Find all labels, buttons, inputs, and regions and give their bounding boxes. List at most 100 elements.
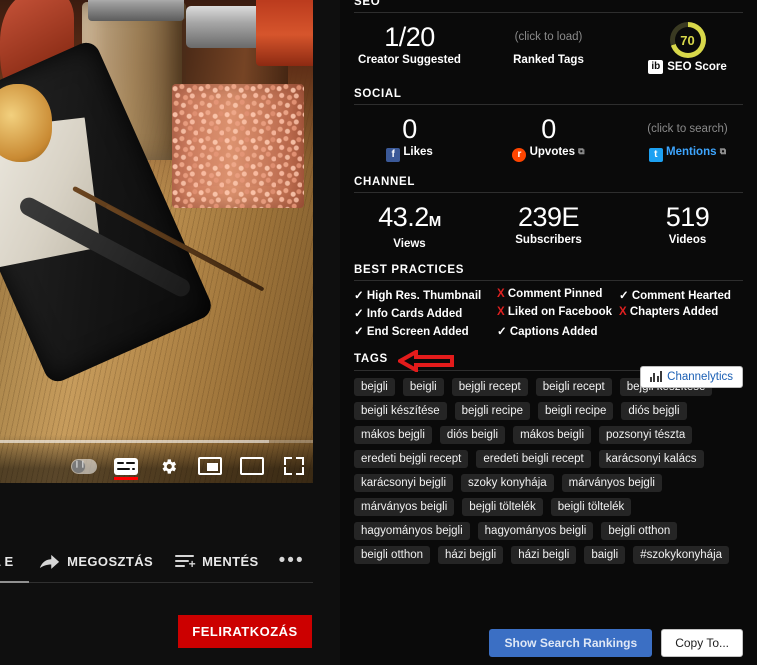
- share-button[interactable]: MEGOSZTÁS: [39, 552, 153, 570]
- best-practices-section-title: BEST PRACTICES: [354, 263, 465, 276]
- playlist-add-icon: +: [175, 553, 196, 570]
- facebook-likes-stat[interactable]: 0 f Likes: [340, 114, 479, 162]
- ranked-tags-label: Ranked Tags: [513, 54, 584, 66]
- creator-suggested-label: Creator Suggested: [358, 54, 461, 66]
- best-practice-label: Info Cards Added: [366, 307, 463, 320]
- tag-chip[interactable]: beigli készítése: [354, 401, 447, 420]
- tag-chip[interactable]: házi bejgli: [438, 545, 504, 564]
- best-practice-label: Liked on Facebook: [507, 305, 613, 318]
- check-icon: ✓: [619, 289, 632, 302]
- tag-chip[interactable]: hagyományos bejgli: [354, 521, 470, 540]
- best-practice-label: End Screen Added: [366, 325, 469, 338]
- channelytics-button[interactable]: Channelytics: [639, 365, 743, 388]
- check-icon: ✓: [497, 325, 510, 338]
- external-link-icon: ⧉: [719, 146, 727, 156]
- ranked-tags-stat[interactable]: (click to load) Ranked Tags: [479, 22, 618, 74]
- channelytics-label: Channelytics: [667, 370, 733, 383]
- gear-icon[interactable]: [155, 453, 181, 479]
- subscribe-button[interactable]: FELIRATKOZÁS: [178, 615, 312, 648]
- video-action-bar: ,1 E MEGOSZTÁS + MENTÉS •••: [0, 540, 313, 582]
- seo-score-stat[interactable]: 70 ib SEO Score: [618, 22, 757, 74]
- twitter-mentions-stat[interactable]: (click to search) t Mentions ⧉: [618, 114, 757, 162]
- creator-suggested-value: 1/20: [384, 22, 435, 52]
- best-practice-item: X Liked on Facebook: [497, 306, 619, 320]
- reddit-upvotes-stat[interactable]: 0 r Upvotes ⧉: [479, 114, 618, 162]
- external-link-icon: ⧉: [578, 146, 585, 156]
- subtitles-icon[interactable]: [113, 453, 139, 480]
- seo-score-label: SEO Score: [667, 61, 727, 73]
- tag-chip[interactable]: baigli: [584, 545, 626, 564]
- social-stats-row: 0 f Likes 0 r Upvotes ⧉ (click to search: [340, 105, 757, 162]
- mentions-label-row: t Mentions ⧉: [618, 146, 757, 162]
- tag-chip[interactable]: szoky konyhája: [461, 473, 554, 492]
- red-arrow-annotation-icon: [397, 349, 454, 372]
- upvotes-label-row: r Upvotes ⧉: [479, 146, 618, 162]
- tag-chip[interactable]: házi beigli: [511, 545, 577, 564]
- tag-chip[interactable]: bejgli töltelék: [462, 497, 543, 516]
- best-practice-item: ✓ High Res. Thumbnail: [354, 288, 497, 302]
- tags-section-title: TAGS: [354, 352, 388, 365]
- tag-list: bejgli beigli bejgli recept beigli recept be…: [340, 371, 757, 564]
- theater-mode-icon[interactable]: [239, 453, 265, 479]
- subscribers-label: Subscribers: [515, 233, 582, 246]
- views-label: Views: [393, 237, 426, 250]
- tag-chip[interactable]: beigli otthon: [354, 545, 431, 564]
- video-player[interactable]: [0, 0, 313, 483]
- tag-chip[interactable]: karácsonyi kalács: [598, 449, 704, 468]
- save-button[interactable]: + MENTÉS: [175, 553, 259, 570]
- subscribers-stat: 239E Subscribers: [479, 202, 618, 250]
- tag-chip[interactable]: #szokykonyhája: [633, 545, 730, 564]
- tag-chip[interactable]: karácsonyi bejgli: [354, 473, 454, 492]
- tag-chip[interactable]: márványos beigli: [354, 497, 455, 516]
- copy-to-button[interactable]: Copy To...: [661, 629, 743, 657]
- creator-suggested-stat[interactable]: 1/20 Creator Suggested: [340, 22, 479, 74]
- tag-chip[interactable]: beigli töltelék: [550, 497, 632, 516]
- divider: [0, 582, 313, 583]
- videos-value: 519: [665, 201, 710, 232]
- more-actions-button[interactable]: •••: [279, 551, 305, 570]
- check-icon: ✓: [354, 325, 367, 338]
- check-icon: ✓: [354, 307, 367, 320]
- show-search-rankings-button[interactable]: Show Search Rankings: [489, 629, 653, 657]
- best-practice-item: X Chapters Added: [619, 306, 757, 320]
- tag-chip[interactable]: mákos beigli: [513, 425, 591, 444]
- tag-chip[interactable]: beigli recept: [535, 377, 612, 396]
- fullscreen-icon[interactable]: [281, 453, 307, 479]
- tag-chip[interactable]: mákos bejgli: [354, 425, 432, 444]
- tag-chip[interactable]: beigli: [402, 377, 444, 396]
- tag-chip[interactable]: márványos bejgli: [561, 473, 662, 492]
- mentions-value: (click to search): [647, 123, 728, 135]
- facebook-icon: f: [386, 147, 401, 162]
- tag-chip[interactable]: bejgli recept: [451, 377, 528, 396]
- tag-chip[interactable]: bejgli recipe: [454, 401, 530, 420]
- tag-chip[interactable]: hagyományos beigli: [477, 521, 594, 540]
- share-icon: [40, 554, 60, 569]
- like-count: ,1 E: [0, 553, 14, 569]
- autoplay-toggle[interactable]: [71, 453, 97, 479]
- seo-section-title: SEO: [354, 0, 381, 8]
- seo-stats-row: 1/20 Creator Suggested (click to load) R…: [340, 13, 757, 74]
- tag-chip[interactable]: pozsonyi tészta: [599, 425, 693, 444]
- channel-stats-row: 43.2M Views 239E Subscribers 519 Videos: [340, 193, 757, 250]
- best-practice-label: Comment Pinned: [507, 287, 603, 300]
- best-practice-label: Comment Hearted: [631, 289, 731, 302]
- divider-accent: [0, 581, 29, 583]
- tag-chip[interactable]: diós bejgli: [621, 401, 687, 420]
- tag-chip[interactable]: eredeti beigli recept: [476, 449, 591, 468]
- miniplayer-icon[interactable]: [197, 453, 223, 479]
- tag-chip[interactable]: bejgli otthon: [601, 521, 678, 540]
- social-section-title: SOCIAL: [354, 88, 402, 100]
- likes-label: Likes: [403, 146, 433, 158]
- seo-score-ring: 70: [669, 22, 706, 58]
- tag-chip[interactable]: bejgli: [354, 377, 395, 396]
- seo-score-label-row: ib SEO Score: [618, 60, 757, 74]
- progress-bar-buffered: [0, 440, 270, 443]
- tubebuddy-logo-icon: ib: [648, 60, 664, 74]
- upvotes-value: 0: [541, 114, 556, 144]
- best-practice-item: ✓ Comment Hearted: [619, 288, 757, 302]
- tag-chip[interactable]: eredeti bejgli recept: [354, 449, 469, 468]
- videos-stat: 519 Videos: [618, 202, 757, 250]
- likes-label-row: f Likes: [340, 146, 479, 162]
- tag-chip[interactable]: diós beigli: [439, 425, 506, 444]
- tag-chip[interactable]: beigli recipe: [538, 401, 614, 420]
